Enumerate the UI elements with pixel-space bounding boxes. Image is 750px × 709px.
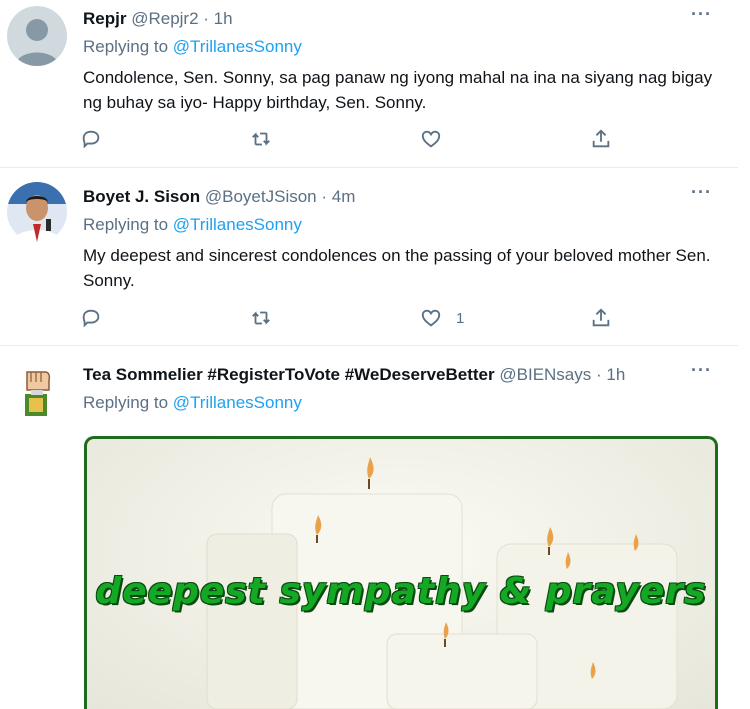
display-name[interactable]: Repjr: [83, 9, 126, 28]
like-count: 1: [456, 309, 465, 327]
profile-photo-icon: [7, 182, 67, 242]
tweet-actions: 1: [80, 305, 620, 331]
media-caption-text: deepest sympathy & prayers: [95, 571, 707, 612]
share-icon: [592, 129, 610, 148]
replying-to: Replying to @TrillanesSonny: [83, 393, 302, 413]
tweet-repjr[interactable]: Repjr @Repjr2 · 1h ··· Replying to @Tril…: [0, 0, 738, 168]
more-icon[interactable]: ···: [691, 360, 712, 381]
tweet-actions: [80, 126, 620, 152]
tweet-text: Condolence, Sen. Sonny, sa pag panaw ng …: [83, 68, 713, 112]
tweet-header: Repjr @Repjr2 · 1h: [83, 9, 233, 29]
like-button[interactable]: [420, 126, 456, 152]
handle-time[interactable]: @BIENsays · 1h: [499, 365, 625, 384]
tweet-header: Tea Sommelier #RegisterToVote #WeDeserve…: [83, 365, 625, 385]
replying-handle-link[interactable]: @TrillanesSonny: [173, 37, 302, 56]
retweet-icon: [252, 132, 270, 146]
tweet-boyet[interactable]: Boyet J. Sison @BoyetJSison · 4m ··· Rep…: [0, 168, 738, 346]
share-button[interactable]: [590, 126, 612, 152]
tweet-text: My deepest and sincerest condolences on …: [83, 246, 711, 290]
cartoon-fist-avatar-icon: [7, 362, 67, 422]
more-icon[interactable]: ···: [691, 4, 712, 25]
handle-time[interactable]: @Repjr2 · 1h: [131, 9, 232, 28]
reply-button[interactable]: [80, 126, 102, 152]
avatar[interactable]: [7, 182, 67, 242]
replying-label: Replying to: [83, 393, 173, 412]
more-icon[interactable]: ···: [691, 182, 712, 203]
handle-time[interactable]: @BoyetJSison · 4m: [205, 187, 355, 206]
avatar[interactable]: [7, 6, 67, 66]
retweet-icon: [252, 311, 270, 325]
replying-label: Replying to: [83, 37, 173, 56]
display-name[interactable]: Tea Sommelier #RegisterToVote #WeDeserve…: [83, 365, 495, 384]
tweet-media-image[interactable]: deepest sympathy & prayers: [84, 436, 718, 709]
replying-label: Replying to: [83, 215, 173, 234]
display-name[interactable]: Boyet J. Sison: [83, 187, 200, 206]
replying-handle-link[interactable]: @TrillanesSonny: [173, 393, 302, 412]
replying-to: Replying to @TrillanesSonny: [83, 37, 302, 57]
tweet-tea-sommelier[interactable]: Tea Sommelier #RegisterToVote #WeDeserve…: [0, 346, 738, 709]
like-icon: [421, 130, 441, 148]
reply-button[interactable]: [80, 305, 102, 331]
like-icon: [421, 309, 441, 327]
retweet-button[interactable]: [250, 126, 272, 152]
share-button[interactable]: [590, 305, 612, 331]
reply-icon: [82, 309, 100, 328]
like-button[interactable]: 1: [420, 305, 464, 331]
avatar[interactable]: [7, 362, 67, 422]
tweet-header: Boyet J. Sison @BoyetJSison · 4m: [83, 187, 355, 207]
replying-handle-link[interactable]: @TrillanesSonny: [173, 215, 302, 234]
default-avatar-icon: [7, 6, 67, 66]
replying-to: Replying to @TrillanesSonny: [83, 215, 302, 235]
retweet-button[interactable]: [250, 305, 272, 331]
reply-icon: [82, 130, 100, 149]
share-icon: [592, 308, 610, 327]
